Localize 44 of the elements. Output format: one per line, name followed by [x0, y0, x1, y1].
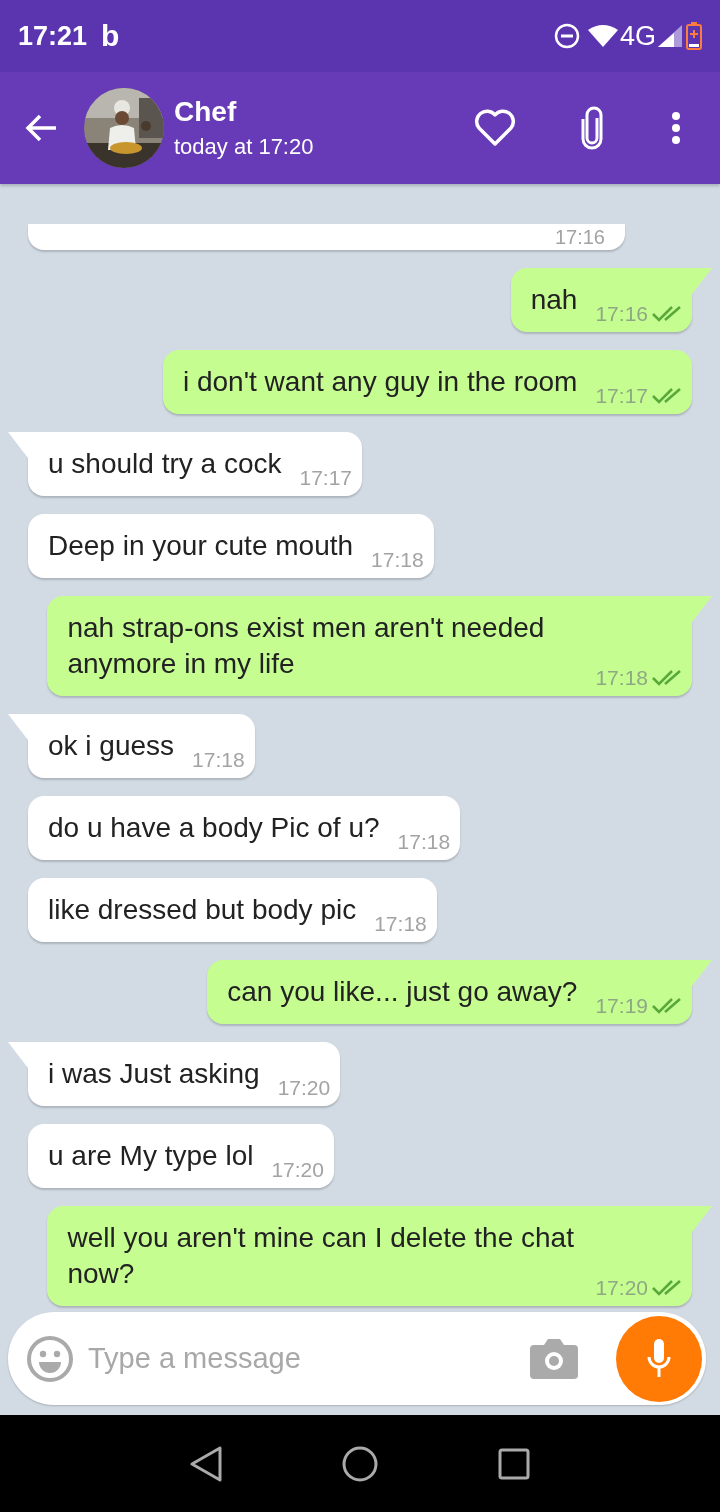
paperclip-icon: [579, 106, 605, 150]
message-text: nah strap-ons exist men aren't needed anymore in my life: [67, 611, 546, 681]
microphone-icon: [646, 1338, 672, 1379]
message-time: 17:16: [595, 302, 648, 326]
message-time: 17:17: [299, 466, 352, 490]
do-not-disturb-icon: [553, 23, 580, 49]
message-time: 17:18: [371, 548, 424, 572]
message-text: can you like... just go away?: [227, 975, 578, 1009]
battery-icon: [686, 22, 702, 50]
message-time: 17:18: [192, 748, 245, 772]
wifi-icon: [587, 25, 618, 47]
message-time: 17:19: [595, 994, 648, 1018]
message-text: i was Just asking: [48, 1057, 260, 1091]
status-time: 17:21: [18, 20, 88, 52]
more-dots-icon: [670, 111, 682, 145]
back-nav-icon[interactable]: [190, 1445, 222, 1482]
last-seen: today at 17:20: [174, 134, 315, 160]
back-arrow-icon: [24, 113, 58, 143]
message-text: u are My type lol: [48, 1139, 254, 1173]
network-type: 4G: [619, 20, 656, 52]
message-text: i don't want any guy in the room: [182, 365, 578, 399]
heart-icon: [474, 109, 516, 147]
voice-message-button[interactable]: [616, 1315, 702, 1402]
message-time: 17:17: [595, 384, 648, 408]
message-text: Deep in your cute mouth: [48, 529, 354, 563]
recents-nav-icon[interactable]: [498, 1447, 530, 1480]
message-time: 17:18: [374, 912, 427, 936]
message-text: do u have a body Pic of u?: [48, 811, 380, 845]
message-text: nah: [530, 283, 578, 317]
message-time: 17:20: [271, 1158, 324, 1182]
home-nav-icon[interactable]: [342, 1445, 378, 1482]
message-time: 17:18: [595, 666, 648, 690]
contact-name: Chef: [174, 96, 238, 128]
message-time: 17:16: [554, 226, 605, 248]
message-text: ok i guess: [48, 729, 175, 763]
message-time: 17:20: [595, 1276, 648, 1300]
signal-icon: [658, 25, 682, 47]
message-time: 17:20: [277, 1076, 331, 1100]
message-time: 17:18: [397, 830, 451, 854]
message-field[interactable]: Type a message: [88, 1342, 530, 1375]
message-text: well you aren't mine can I delete the chat now?: [67, 1221, 575, 1291]
message-text: like dressed but body pic: [48, 893, 357, 927]
notification-icon: b: [101, 19, 120, 53]
message-text: u should try a cock: [48, 447, 282, 481]
